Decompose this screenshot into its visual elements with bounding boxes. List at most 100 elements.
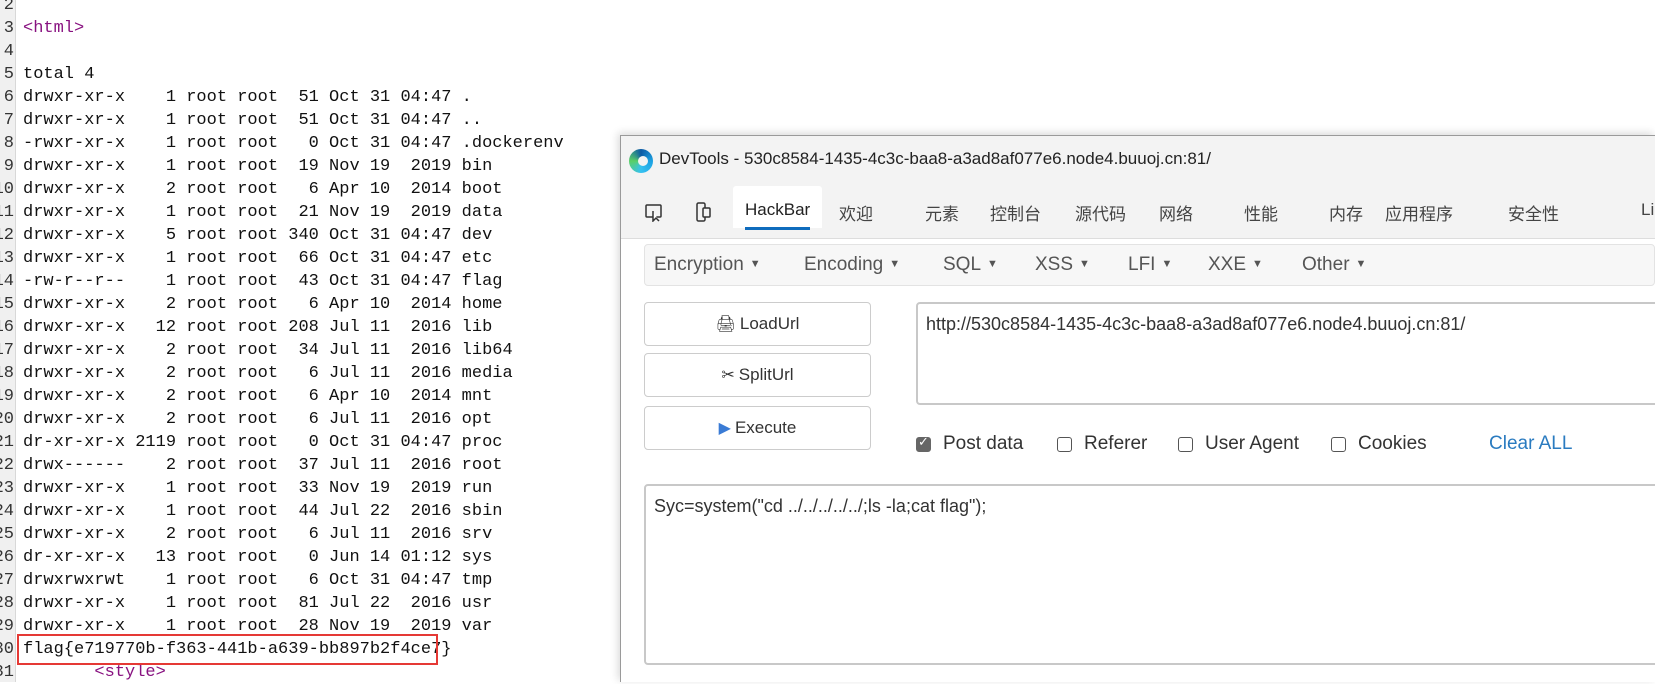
option-label: Post data [943, 433, 1024, 454]
tab-3[interactable]: 控制台 [990, 200, 1041, 225]
line-text: dr-xr-xr-x 13 root root 0 Jun 14 01:12 s… [23, 548, 493, 567]
menu-encoding[interactable]: Encoding ▼ [804, 254, 900, 276]
tab-0[interactable]: HackBar [733, 186, 823, 230]
option-referer[interactable]: Referer [1057, 433, 1147, 455]
line-text: -rwxr-xr-x 1 root root 0 Oct 31 04:47 .d… [23, 134, 564, 153]
split-url-label: SplitUrl [738, 365, 794, 384]
line-text: drwxr-xr-x 1 root root 21 Nov 19 2019 da… [23, 203, 503, 222]
device-emulation-icon[interactable] [692, 202, 712, 222]
post-data-textarea[interactable]: Syc=system("cd ../../../../../;ls -la;ca… [644, 484, 1655, 665]
load-icon: 🖨 [715, 316, 736, 333]
menu-label: Encoding [804, 254, 884, 275]
line-text: drwxr-xr-x 2 root root 6 Apr 10 2014 boo… [23, 180, 503, 199]
line-text: drwxr-xr-x 1 root root 51 Oct 31 04:47 . [23, 88, 472, 107]
menu-other[interactable]: Other ▼ [1302, 254, 1366, 276]
line-number: 4 [3, 42, 14, 61]
line-number: 14 [0, 272, 14, 291]
caret-down-icon: ▼ [749, 258, 761, 270]
line-text: <html> [23, 19, 85, 38]
line-text: drwxr-xr-x 1 root root 19 Nov 19 2019 bi… [23, 157, 493, 176]
option-label: User Agent [1205, 433, 1299, 454]
line-number: 15 [0, 295, 14, 314]
checkbox[interactable] [916, 434, 931, 452]
line-text: drwxr-xr-x 1 root root 51 Oct 31 04:47 .… [23, 111, 483, 130]
line-number: 2 [3, 0, 14, 15]
tab-7[interactable]: 内存 [1329, 200, 1363, 225]
flag-highlight-box [17, 634, 438, 665]
window-title: DevTools - 530c8584-1435-4c3c-baa8-a3ad8… [659, 149, 1211, 168]
hackbar-menu-bar: Encryption ▼ Encoding ▼ SQL ▼ XSS ▼ LFI ▼ XXE ▼ Othe… [644, 244, 1655, 286]
line-number: 9 [3, 157, 14, 176]
line-number: 20 [0, 410, 14, 429]
tab-1[interactable]: 欢迎 [839, 200, 873, 225]
devtools-window: DevTools - 530c8584-1435-4c3c-baa8-a3ad8… [620, 135, 1655, 682]
checkbox[interactable] [1057, 436, 1072, 452]
inspect-element-icon[interactable] [644, 202, 664, 222]
line-number: 31 [0, 663, 14, 682]
menu-label: LFI [1128, 254, 1156, 275]
line-number: 13 [0, 249, 14, 268]
clear-all-link[interactable]: Clear ALL [1489, 433, 1572, 455]
line-text: drwxr-xr-x 2 root root 6 Apr 10 2014 mnt [23, 387, 493, 406]
line-number: 28 [0, 594, 14, 613]
checkbox[interactable] [1331, 436, 1346, 452]
menu-sql[interactable]: SQL ▼ [943, 254, 998, 276]
line-number: 17 [0, 341, 14, 360]
line-text: drwxr-xr-x 1 root root 66 Oct 31 04:47 e… [23, 249, 493, 268]
line-number: 18 [0, 364, 14, 383]
tab-6[interactable]: 性能 [1244, 200, 1278, 225]
menu-xss[interactable]: XSS ▼ [1035, 254, 1090, 276]
line-number: 8 [3, 134, 14, 153]
caret-down-icon: ▼ [1355, 258, 1367, 270]
tab-10[interactable]: Li [1641, 200, 1654, 220]
line-text: drwxr-xr-x 1 root root 81 Jul 22 2016 us… [23, 594, 493, 613]
line-text: total 4 [23, 65, 95, 84]
line-text: drwxr-xr-x 5 root root 340 Oct 31 04:47 … [23, 226, 493, 245]
line-number: 12 [0, 226, 14, 245]
tab-8[interactable]: 应用程序 [1385, 200, 1453, 225]
line-number: 22 [0, 456, 14, 475]
menu-lfi[interactable]: LFI ▼ [1128, 254, 1172, 276]
execute-button[interactable]: ▶ Execute [644, 406, 871, 450]
option-post-data[interactable]: Post data [916, 433, 1023, 455]
option-cookies[interactable]: Cookies [1331, 433, 1427, 455]
line-text: drwxr-xr-x 2 root root 6 Jul 11 2016 srv [23, 525, 493, 544]
line-number: 6 [3, 88, 14, 107]
tab-5[interactable]: 网络 [1159, 200, 1193, 225]
tab-9[interactable]: 安全性 [1508, 200, 1559, 225]
split-url-button[interactable]: ✂ SplitUrl [644, 353, 871, 397]
option-user-agent[interactable]: User Agent [1178, 433, 1299, 455]
url-textarea[interactable]: http://530c8584-1435-4c3c-baa8-a3ad8af07… [916, 302, 1655, 405]
menu-xxe[interactable]: XXE ▼ [1208, 254, 1263, 276]
line-number: 11 [0, 203, 14, 222]
line-text: -rw-r--r-- 1 root root 43 Oct 31 04:47 f… [23, 272, 503, 291]
tab-2[interactable]: 元素 [925, 200, 959, 225]
load-url-button[interactable]: 🖨 LoadUrl [644, 302, 871, 346]
tab-4[interactable]: 源代码 [1075, 200, 1126, 225]
checkbox[interactable] [1178, 436, 1193, 452]
line-text: drwxr-xr-x 2 root root 6 Jul 11 2016 opt [23, 410, 493, 429]
menu-encryption[interactable]: Encryption ▼ [654, 254, 761, 276]
line-text: drwxr-xr-x 1 root root 33 Nov 19 2019 ru… [23, 479, 493, 498]
line-number: 24 [0, 502, 14, 521]
line-number: 16 [0, 318, 14, 337]
line-number: 3 [3, 19, 14, 38]
option-label: Cookies [1358, 433, 1427, 454]
line-text: dr-xr-xr-x 2119 root root 0 Oct 31 04:47… [23, 433, 503, 452]
devtools-tab-bar: HackBar 欢迎 元素 控制台 源代码 网络 性能 内存 应用程序 安全性 Li [621, 186, 1655, 239]
caret-down-icon: ▼ [1252, 258, 1263, 270]
execute-label: Execute [734, 418, 797, 437]
edge-logo-icon [629, 149, 653, 173]
play-icon: ▶ [718, 420, 731, 437]
menu-label: Encryption [654, 254, 744, 275]
scissors-icon: ✂ [721, 367, 735, 384]
caret-down-icon: ▼ [1079, 258, 1090, 270]
line-number: 7 [3, 111, 14, 130]
menu-label: SQL [943, 254, 982, 275]
title-bar: DevTools - 530c8584-1435-4c3c-baa8-a3ad8… [621, 136, 1655, 186]
option-label: Referer [1084, 433, 1148, 454]
line-number: 26 [0, 548, 14, 567]
line-number: 19 [0, 387, 14, 406]
line-text: drwxr-xr-x 2 root root 6 Jul 11 2016 med… [23, 364, 513, 383]
line-number: 10 [0, 180, 14, 199]
